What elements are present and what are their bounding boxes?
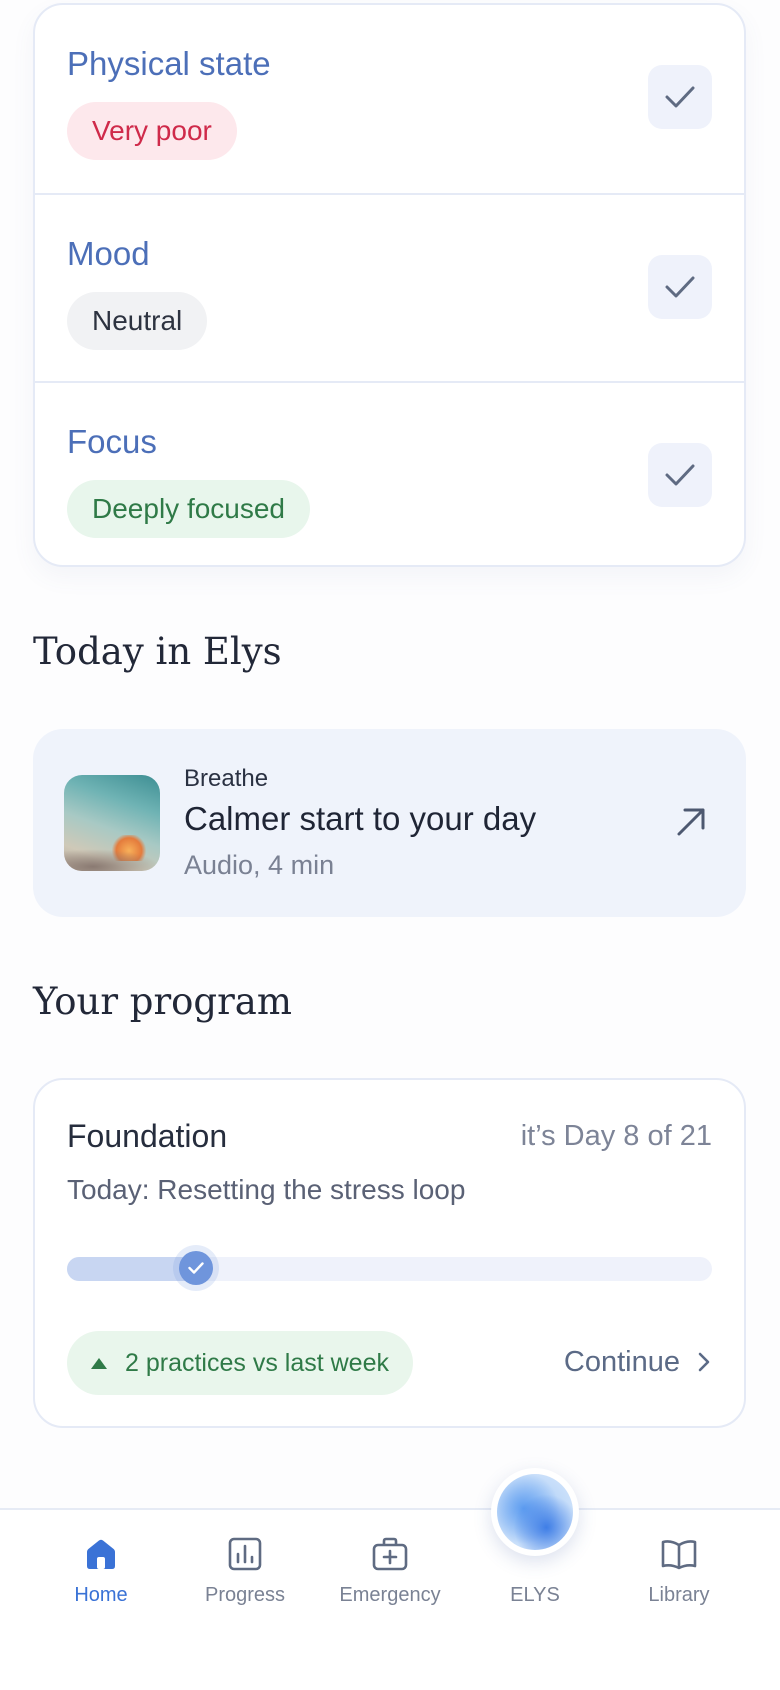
triangle-up-icon [91,1357,107,1369]
checkin-card: Physical state Very poor Mood Neutral Fo… [33,3,746,567]
row-label: Mood [67,235,150,272]
tab-progress[interactable]: Progress [175,1510,315,1630]
section-title-today: Today in Elys [33,630,282,673]
row-label: Physical state [67,45,271,82]
program-day: it’s Day 8 of 21 [520,1120,712,1152]
practice-category: Breathe [184,765,269,792]
confirm-button[interactable] [648,65,712,129]
practice-title: Calmer start to your day [184,800,537,837]
checkmark-icon [188,1262,204,1274]
tab-home[interactable]: Home [31,1510,171,1630]
checkmark-icon [665,464,695,486]
trend-text: 2 practices vs last week [125,1348,389,1377]
checkin-row-focus: Focus Deeply focused [35,381,744,571]
section-title-program: Your program [33,980,292,1023]
first-aid-icon [372,1537,408,1571]
chevron-right-icon [698,1352,710,1372]
bar-chart-icon [228,1537,262,1571]
status-pill[interactable]: Very poor [67,102,237,160]
tab-label: Progress [204,1584,286,1606]
practice-thumbnail [64,775,160,871]
confirm-button[interactable] [648,255,712,319]
row-label: Focus [67,423,157,460]
trend-badge: 2 practices vs last week [67,1331,413,1395]
checkin-row-mood: Mood Neutral [35,193,744,383]
continue-button[interactable]: Continue [564,1340,710,1384]
book-icon [661,1540,697,1570]
today-practice-card[interactable]: Breathe Calmer start to your day Audio, … [33,729,746,917]
status-pill[interactable]: Neutral [67,292,208,350]
elys-orb-icon[interactable] [491,1468,579,1556]
continue-label: Continue [563,1345,680,1378]
arrow-up-right-icon[interactable] [674,805,708,839]
tab-label: ELYS [510,1584,560,1606]
bottom-tab-bar: Home Progress Emergency ELYS Library [0,1508,780,1690]
program-progress-track [67,1251,712,1285]
status-pill[interactable]: Deeply focused [67,480,311,538]
checkin-row-physical-state: Physical state Very poor [35,5,744,193]
program-progress-fill [67,1257,196,1281]
program-today-topic: Today: Resetting the stress loop [67,1174,466,1205]
program-card: Foundation it’s Day 8 of 21 Today: Reset… [33,1078,746,1428]
tab-library[interactable]: Library [609,1510,749,1630]
practice-meta: Audio, 4 min [184,850,335,880]
progress-marker [179,1251,213,1285]
confirm-button[interactable] [648,443,712,507]
checkmark-icon [665,86,695,108]
checkmark-icon [665,276,695,298]
tab-label: Home [74,1584,128,1606]
home-icon [87,1539,115,1569]
tab-emergency[interactable]: Emergency [320,1510,460,1630]
tab-label: Emergency [339,1584,441,1606]
program-name: Foundation [67,1118,228,1154]
tab-label: Library [648,1584,710,1606]
